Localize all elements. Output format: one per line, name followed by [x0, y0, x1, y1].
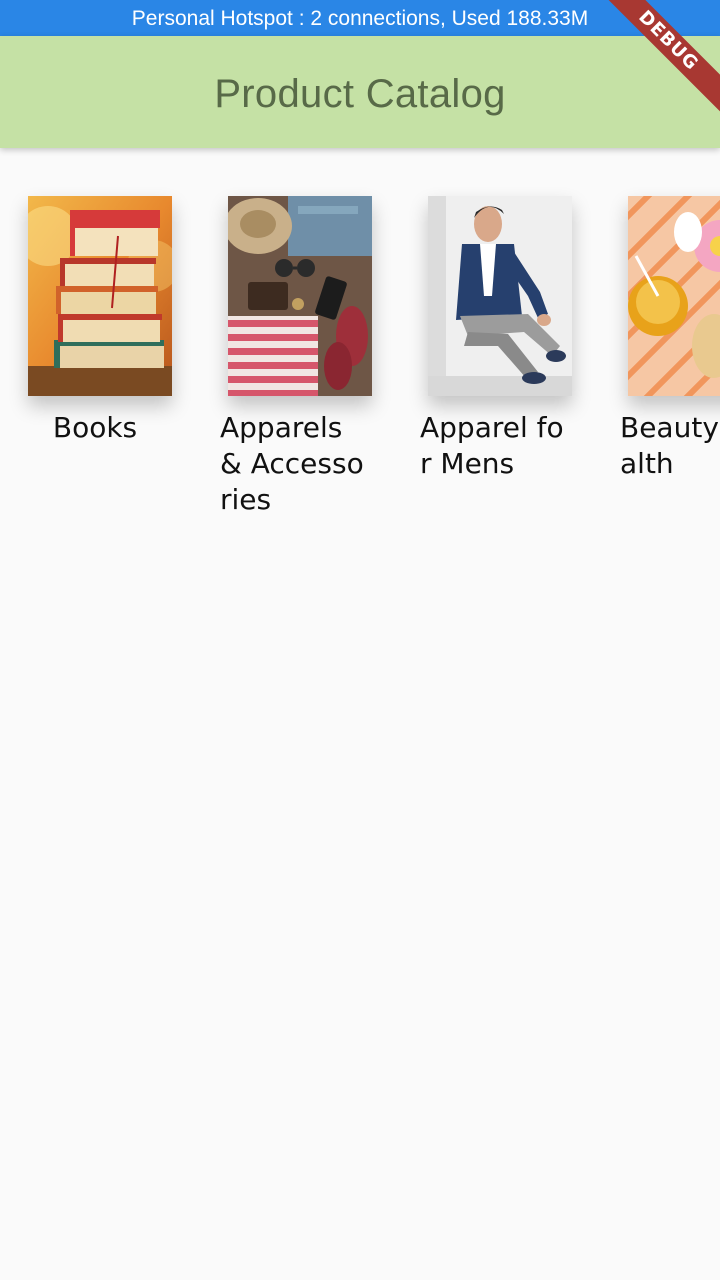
hotspot-status-text: Personal Hotspot : 2 connections, Used 1…: [131, 7, 589, 30]
beauty-health-image: [628, 196, 720, 396]
category-label: Beauty Health: [620, 411, 720, 480]
category-label: Books: [52, 411, 138, 444]
mens-apparel-image: [428, 196, 572, 396]
status-bar: Personal Hotspot : 2 connections, Used 1…: [0, 0, 720, 36]
books-image: [28, 196, 172, 396]
category-label: Apparel for Mens: [420, 411, 564, 480]
apparels-accessories-image: [228, 196, 372, 396]
app-bar: Product Catalog: [0, 36, 720, 148]
category-label: Apparels & Accessories: [220, 411, 364, 516]
page-title: Product Catalog: [214, 72, 506, 116]
app-screen: Personal Hotspot : 2 connections, Used 1…: [0, 0, 720, 1280]
category-list[interactable]: Books Apparels & Accessories Apparel for…: [0, 148, 720, 1280]
